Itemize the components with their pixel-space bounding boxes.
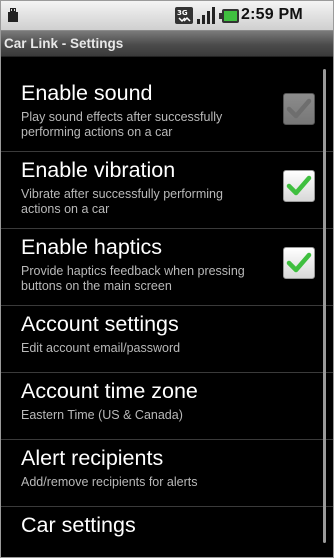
status-bar: 3G 2:59 PM bbox=[1, 1, 333, 31]
setting-summary: Provide haptics feedback when pressing b… bbox=[21, 264, 245, 293]
setting-enable-vibration[interactable]: Enable vibration Vibrate after successfu… bbox=[1, 152, 333, 229]
setting-title: Enable vibration bbox=[21, 158, 176, 182]
setting-title: Enable haptics bbox=[21, 235, 163, 259]
setting-title: Car settings bbox=[21, 513, 136, 537]
setting-car-settings[interactable]: Car settings bbox=[1, 507, 333, 557]
enable-sound-checkbox[interactable] bbox=[283, 93, 315, 125]
setting-account-time-zone[interactable]: Account time zone Eastern Time (US & Can… bbox=[1, 373, 333, 440]
setting-title: Alert recipients bbox=[21, 446, 164, 470]
svg-text:3G: 3G bbox=[177, 9, 188, 17]
checkmark-icon bbox=[286, 252, 312, 273]
screen: 3G 2:59 PM Car Link - Settings Enable so… bbox=[0, 0, 334, 558]
setting-account-settings[interactable]: Account settings Edit account email/pass… bbox=[1, 306, 333, 373]
checkmark-icon bbox=[286, 98, 312, 119]
enable-vibration-checkbox[interactable] bbox=[283, 170, 315, 202]
setting-enable-sound[interactable]: Enable sound Play sound effects after su… bbox=[1, 75, 333, 152]
setting-title: Account settings bbox=[21, 312, 179, 336]
page-title: Car Link - Settings bbox=[4, 36, 124, 51]
checkmark-icon bbox=[286, 175, 312, 196]
signal-icon bbox=[197, 7, 215, 24]
title-bar: Car Link - Settings bbox=[1, 31, 333, 57]
clock: 2:59 PM bbox=[241, 6, 303, 23]
3g-icon: 3G bbox=[175, 7, 193, 24]
setting-summary: Edit account email/password bbox=[21, 341, 181, 355]
scrollbar[interactable] bbox=[323, 69, 326, 543]
setting-summary: Eastern Time (US & Canada) bbox=[21, 408, 183, 422]
settings-list: Enable sound Play sound effects after su… bbox=[1, 75, 333, 557]
setting-alert-recipients[interactable]: Alert recipients Add/remove recipients f… bbox=[1, 440, 333, 507]
usb-icon bbox=[8, 8, 18, 22]
setting-summary: Add/remove recipients for alerts bbox=[21, 475, 198, 489]
setting-title: Enable sound bbox=[21, 81, 153, 105]
battery-icon bbox=[219, 9, 239, 23]
setting-enable-haptics[interactable]: Enable haptics Provide haptics feedback … bbox=[1, 229, 333, 306]
setting-summary: Vibrate after successfully performing ac… bbox=[21, 187, 223, 216]
setting-summary: Play sound effects after successfully pe… bbox=[21, 110, 223, 139]
enable-haptics-checkbox[interactable] bbox=[283, 247, 315, 279]
setting-title: Account time zone bbox=[21, 379, 198, 403]
